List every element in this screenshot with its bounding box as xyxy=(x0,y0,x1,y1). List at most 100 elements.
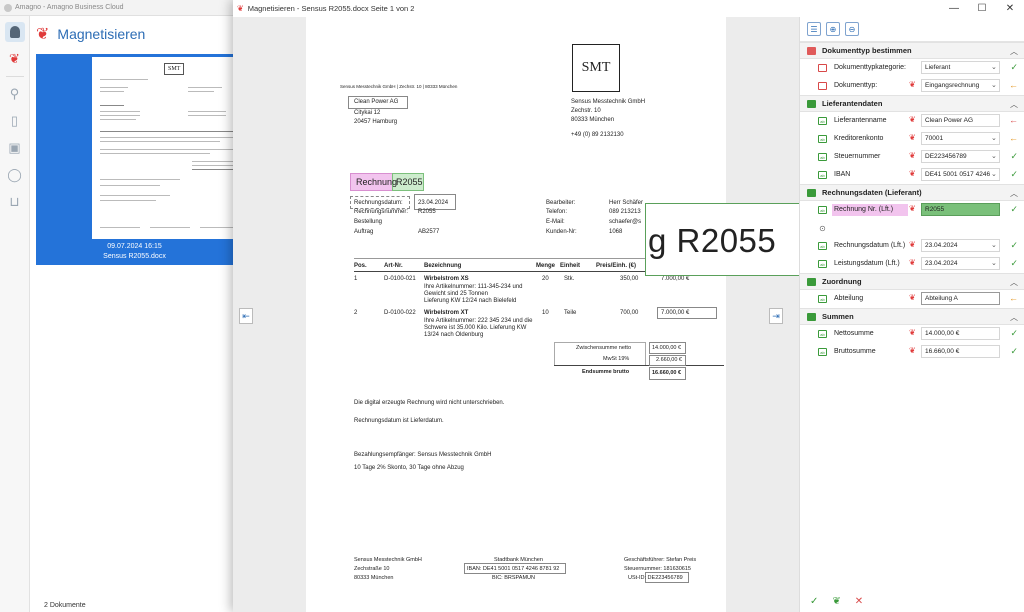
arrow-left-icon[interactable]: ← xyxy=(1009,115,1018,125)
chevron-down-icon[interactable]: ⌄ xyxy=(991,152,997,160)
subtotal-value: 14.000,00 € xyxy=(652,345,682,351)
item2-total-box[interactable] xyxy=(657,307,717,319)
check-icon[interactable]: ✓ xyxy=(1010,169,1018,180)
field-value-input[interactable]: R2055 xyxy=(921,203,1000,216)
chevron-down-icon[interactable]: ⌄ xyxy=(991,134,997,142)
check-icon[interactable]: ✓ xyxy=(1010,151,1018,162)
chevron-down-icon[interactable]: ⌄ xyxy=(991,170,997,178)
magnet-icon[interactable]: ❦ xyxy=(909,169,916,178)
field-label: IBAN xyxy=(834,171,851,178)
list-view-button[interactable]: ☰ xyxy=(807,22,821,36)
check-icon[interactable]: ✓ xyxy=(1010,346,1018,357)
check-icon[interactable]: ✓ xyxy=(1010,62,1018,73)
field-value-input[interactable]: Abteilung A xyxy=(921,292,1000,305)
field-label: Leistungsdatum (Lft.) xyxy=(834,260,900,267)
chevron-down-icon[interactable]: ⌄ xyxy=(991,81,997,89)
confirm-check-icon[interactable]: ✓ xyxy=(810,596,818,607)
field-value-input[interactable]: 16.660,00 € xyxy=(921,345,1000,358)
window-title: Magnetisieren - Sensus R2055.docx Seite … xyxy=(247,4,415,13)
chevron-up-icon[interactable]: ︿ xyxy=(1010,312,1018,323)
chevron-down-icon[interactable]: ⌄ xyxy=(991,241,997,249)
arrow-left-icon[interactable]: ← xyxy=(1009,133,1018,143)
user-avatar[interactable] xyxy=(4,22,25,42)
chevron-down-icon[interactable]: ⌄ xyxy=(991,63,997,71)
text-field-icon: ab xyxy=(818,171,827,179)
contact-label-phone: Telefon: xyxy=(546,209,568,215)
minimize-button[interactable]: — xyxy=(940,0,968,17)
magnet-icon[interactable]: ❦ xyxy=(909,204,916,213)
cancel-x-icon[interactable]: ✕ xyxy=(855,596,863,607)
chevron-down-icon[interactable]: ⌄ xyxy=(991,259,997,267)
magnet-icon[interactable]: ❦ xyxy=(909,151,916,160)
search-icon[interactable]: ⚲ xyxy=(5,84,25,104)
section-header[interactable]: Lieferantendaten ︿ xyxy=(800,95,1024,112)
section-header[interactable]: Summen ︿ xyxy=(800,308,1024,325)
next-page-button[interactable]: ⇥ xyxy=(769,308,783,324)
contacts-icon[interactable]: ▣ xyxy=(5,138,25,158)
magnet-nav-icon[interactable]: ❦ xyxy=(5,49,25,69)
magnet-icon[interactable]: ❦ xyxy=(909,115,916,124)
close-button[interactable]: ✕ xyxy=(996,0,1024,17)
chevron-up-icon[interactable]: ︿ xyxy=(1010,188,1018,199)
col-header-qty: Menge xyxy=(536,263,556,269)
text-field-icon: ab xyxy=(818,348,827,356)
text-field-icon: ab xyxy=(818,330,827,338)
field-value-input[interactable]: Clean Power AG xyxy=(921,114,1000,127)
document-card[interactable]: SMT 09.07.2024 16:15 Sensus R2055.docx xyxy=(36,54,248,265)
field-value-input[interactable]: 14.000,00 € xyxy=(921,327,1000,340)
zoom-text: g R2055 xyxy=(648,222,777,259)
magnet-icon[interactable]: ❦ xyxy=(909,80,916,89)
magnet-icon[interactable]: ❦ xyxy=(909,346,916,355)
field-row: ab Leistungsdatum (Lft.) ❦ 23.04.2024 ⌄ ✓ xyxy=(800,255,1024,273)
field-row: ab Rechnung Nr. (Lft.) ❦ R2055 ✓ xyxy=(800,201,1024,219)
previous-page-button[interactable]: ⇤ xyxy=(239,308,253,324)
magnet-icon[interactable]: ❦ xyxy=(909,133,916,142)
zoom-in-button[interactable]: ⊕ xyxy=(826,22,840,36)
section-header[interactable]: Zuordnung ︿ xyxy=(800,273,1024,290)
section-title: Rechnungsdaten (Lieferant) xyxy=(822,188,922,197)
maximize-button[interactable]: ☐ xyxy=(968,0,996,17)
chat-icon[interactable]: ◯ xyxy=(5,165,25,185)
check-icon[interactable]: ✓ xyxy=(1010,204,1018,215)
arrow-left-icon[interactable]: ← xyxy=(1009,80,1018,90)
section-header[interactable]: Dokumenttyp bestimmen ︿ xyxy=(800,42,1024,59)
magnet-icon[interactable]: ❦ xyxy=(909,328,916,337)
field-value-input[interactable]: Eingangsrechnung xyxy=(921,79,1000,92)
stack-icon[interactable]: ▯ xyxy=(5,111,25,131)
field-value-input[interactable]: Lieferant xyxy=(921,61,1000,74)
item1-qty: 20 xyxy=(542,276,549,282)
pin-icon[interactable]: ⊙ xyxy=(818,224,827,233)
section-title: Lieferantendaten xyxy=(822,99,883,108)
note-terms: 10 Tage 2% Skonto, 30 Tage ohne Abzug xyxy=(354,465,464,471)
zoom-out-button[interactable]: ⊖ xyxy=(845,22,859,36)
nav-rail: ❦ ⚲ ▯ ▣ ◯ ⊔ xyxy=(0,16,30,612)
section-header[interactable]: Rechnungsdaten (Lieferant) ︿ xyxy=(800,184,1024,201)
magnet-icon[interactable]: ❦ xyxy=(909,258,916,267)
check-icon[interactable]: ✓ xyxy=(1010,328,1018,339)
field-row: ab Steuernummer ❦ DE223456789 ⌄ ✓ xyxy=(800,148,1024,166)
magnet-icon[interactable]: ❦ xyxy=(909,293,916,302)
chevron-up-icon[interactable]: ︿ xyxy=(1010,277,1018,288)
list-icon: ☰ xyxy=(810,24,818,34)
background-app-window: Amagno - Amagno Business Cloud ❦ ⚲ ▯ ▣ ◯… xyxy=(0,0,248,612)
field-value-input[interactable]: DE223456789 xyxy=(921,150,1000,163)
field-value-input[interactable]: 23.04.2024 xyxy=(921,239,1000,252)
field-value-input[interactable]: DE41 5001 0517 4246 xyxy=(921,168,1000,181)
bookmark-icon xyxy=(807,46,816,55)
check-icon[interactable]: ✓ xyxy=(1010,258,1018,269)
company-logo: SMT xyxy=(572,44,620,92)
magnet-icon[interactable]: ❦ xyxy=(909,240,916,249)
inbox-icon[interactable]: ⊔ xyxy=(5,192,25,212)
item1-pos: 1 xyxy=(354,276,358,282)
chevron-up-icon[interactable]: ︿ xyxy=(1010,46,1018,57)
recipient-name: Clean Power AG xyxy=(354,99,399,105)
magnet-confirm-icon[interactable]: ❦ xyxy=(832,596,840,607)
field-value-input[interactable]: 70001 xyxy=(921,132,1000,145)
field-label: Kreditorenkonto xyxy=(834,135,884,142)
panel-sections: Dokumenttyp bestimmen ︿ Dokumenttypkategor… xyxy=(800,42,1024,361)
chevron-up-icon[interactable]: ︿ xyxy=(1010,99,1018,110)
arrow-left-icon[interactable]: ← xyxy=(1009,293,1018,303)
field-value-input[interactable]: 23.04.2024 xyxy=(921,257,1000,270)
field-row: ab IBAN ❦ DE41 5001 0517 4246 ⌄ ✓ xyxy=(800,166,1024,184)
check-icon[interactable]: ✓ xyxy=(1010,240,1018,251)
